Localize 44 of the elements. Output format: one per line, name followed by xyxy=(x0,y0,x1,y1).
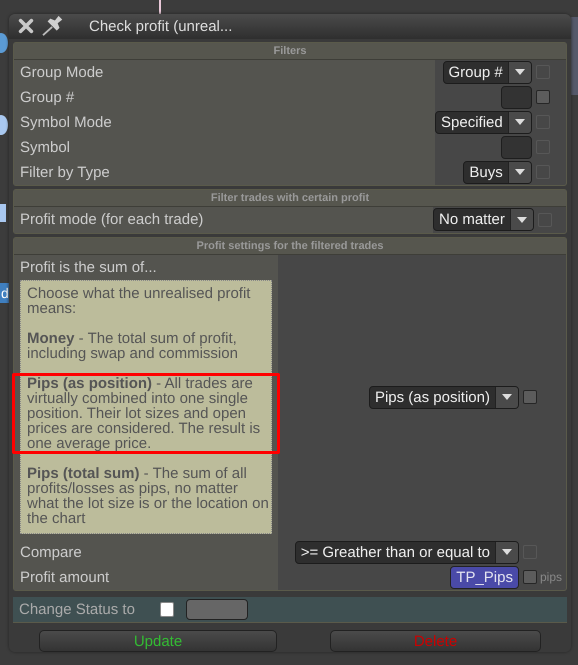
section-header: Profit settings for the filtered trades xyxy=(14,238,566,255)
checkbox[interactable] xyxy=(536,90,550,104)
status-field[interactable] xyxy=(186,598,248,620)
connector-line xyxy=(159,0,161,14)
checkbox[interactable] xyxy=(160,602,174,617)
field-label: Group Mode xyxy=(20,62,104,83)
dropdown[interactable]: No matter xyxy=(433,208,534,232)
caret-icon xyxy=(508,62,531,83)
dropdown[interactable]: Buys xyxy=(463,160,532,184)
node-label: d xyxy=(0,283,10,303)
help-text: Pips (total sum) - The sum of all profits/losses as pips, no matter what the lot size is or the location on the chart xyxy=(26,464,270,529)
dropdown[interactable]: Pips (as position) xyxy=(368,386,519,409)
caret-icon xyxy=(508,112,531,133)
field-label: Profit is the sum of... xyxy=(20,258,158,278)
variable-field[interactable]: TP_Pips xyxy=(450,566,519,589)
help-text: Money - The total sum of profit, including swap and commission xyxy=(26,328,239,364)
caret-icon xyxy=(495,386,518,408)
caret-icon xyxy=(510,209,533,230)
input-field[interactable] xyxy=(500,136,532,159)
node-block xyxy=(0,204,6,222)
field-label: Symbol xyxy=(20,138,72,158)
field-label: Filter by Type xyxy=(20,162,111,183)
dropdown[interactable]: Specified xyxy=(435,110,532,134)
field-label: Symbol Mode xyxy=(20,112,113,133)
field-label: Compare xyxy=(20,542,83,563)
caret-icon xyxy=(508,162,531,183)
update-button[interactable]: Update xyxy=(39,630,277,652)
caret-icon xyxy=(495,542,518,563)
input-field[interactable] xyxy=(500,86,532,109)
dropdown[interactable]: Group # xyxy=(442,60,532,84)
field-label: Profit amount xyxy=(20,568,110,588)
checkbox[interactable] xyxy=(523,390,537,404)
checkbox[interactable] xyxy=(523,570,537,584)
section-header: Filters xyxy=(14,42,566,60)
status-label: Change Status to xyxy=(19,600,136,618)
window-title: Check profit (unreal... xyxy=(89,18,232,35)
field-label: Group # xyxy=(20,88,76,108)
close-icon[interactable] xyxy=(17,17,35,36)
help-text: Pips (as position) - All trades are virtually combined into one single position. Their lot sizes and open prices are considered. The result is one average price. xyxy=(12,372,280,454)
help-text: Choose what the unrealised profit means: xyxy=(26,284,252,319)
section-header: Filter trades with certain profit xyxy=(14,190,566,207)
dropdown[interactable]: >= Greather than or equal to xyxy=(294,540,519,564)
field-label: Profit mode (for each trade) xyxy=(20,210,204,230)
unit-label: pips xyxy=(540,570,564,584)
